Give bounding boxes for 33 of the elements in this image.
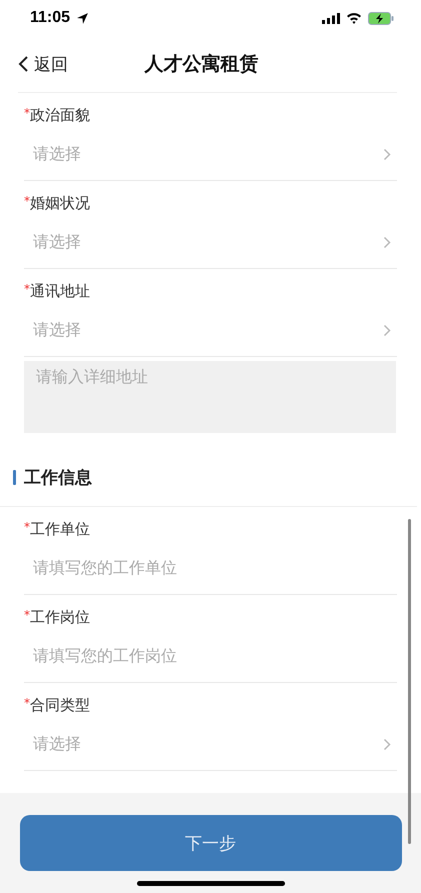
required-mark: * (24, 194, 30, 208)
address-textarea[interactable]: 请输入详细地址 (24, 361, 396, 433)
required-mark: * (24, 282, 30, 296)
chevron-right-icon (383, 148, 391, 161)
input-field[interactable]: 请填写您的工作岗位 (24, 639, 397, 682)
required-mark: * (24, 696, 30, 710)
select-field[interactable]: 请选择 (24, 313, 397, 356)
battery-charging-icon (368, 12, 394, 24)
field-label: 婚姻状况 (30, 194, 90, 212)
page-title: 人才公寓租赁 (144, 52, 258, 77)
required-mark: * (24, 608, 30, 622)
chevron-left-icon (18, 55, 29, 73)
field-label: 合同类型 (30, 696, 90, 714)
field-label: 工作岗位 (30, 608, 90, 626)
back-button[interactable]: 返回 (18, 52, 68, 76)
required-mark: * (24, 106, 30, 120)
status-time: 11:05 (30, 9, 70, 27)
section-heading: 工作信息 (24, 467, 92, 489)
input-field[interactable]: 请填写您的工作单位 (24, 551, 397, 594)
wifi-icon (346, 12, 362, 24)
field-label: 工作单位 (30, 520, 90, 538)
select-field[interactable]: 请选择 (24, 137, 397, 180)
select-field[interactable]: 请选择 (24, 225, 397, 268)
chevron-right-icon (383, 236, 391, 249)
signal-icon (322, 12, 340, 24)
location-arrow-icon (76, 12, 90, 24)
field-label: 通讯地址 (30, 282, 90, 300)
field-label: 政治面貌 (30, 106, 90, 124)
required-mark: * (24, 520, 30, 534)
next-button[interactable]: 下一步 (20, 815, 402, 871)
chevron-right-icon (383, 738, 391, 751)
select-field[interactable]: 请选择 (24, 727, 397, 770)
chevron-right-icon (383, 324, 391, 337)
